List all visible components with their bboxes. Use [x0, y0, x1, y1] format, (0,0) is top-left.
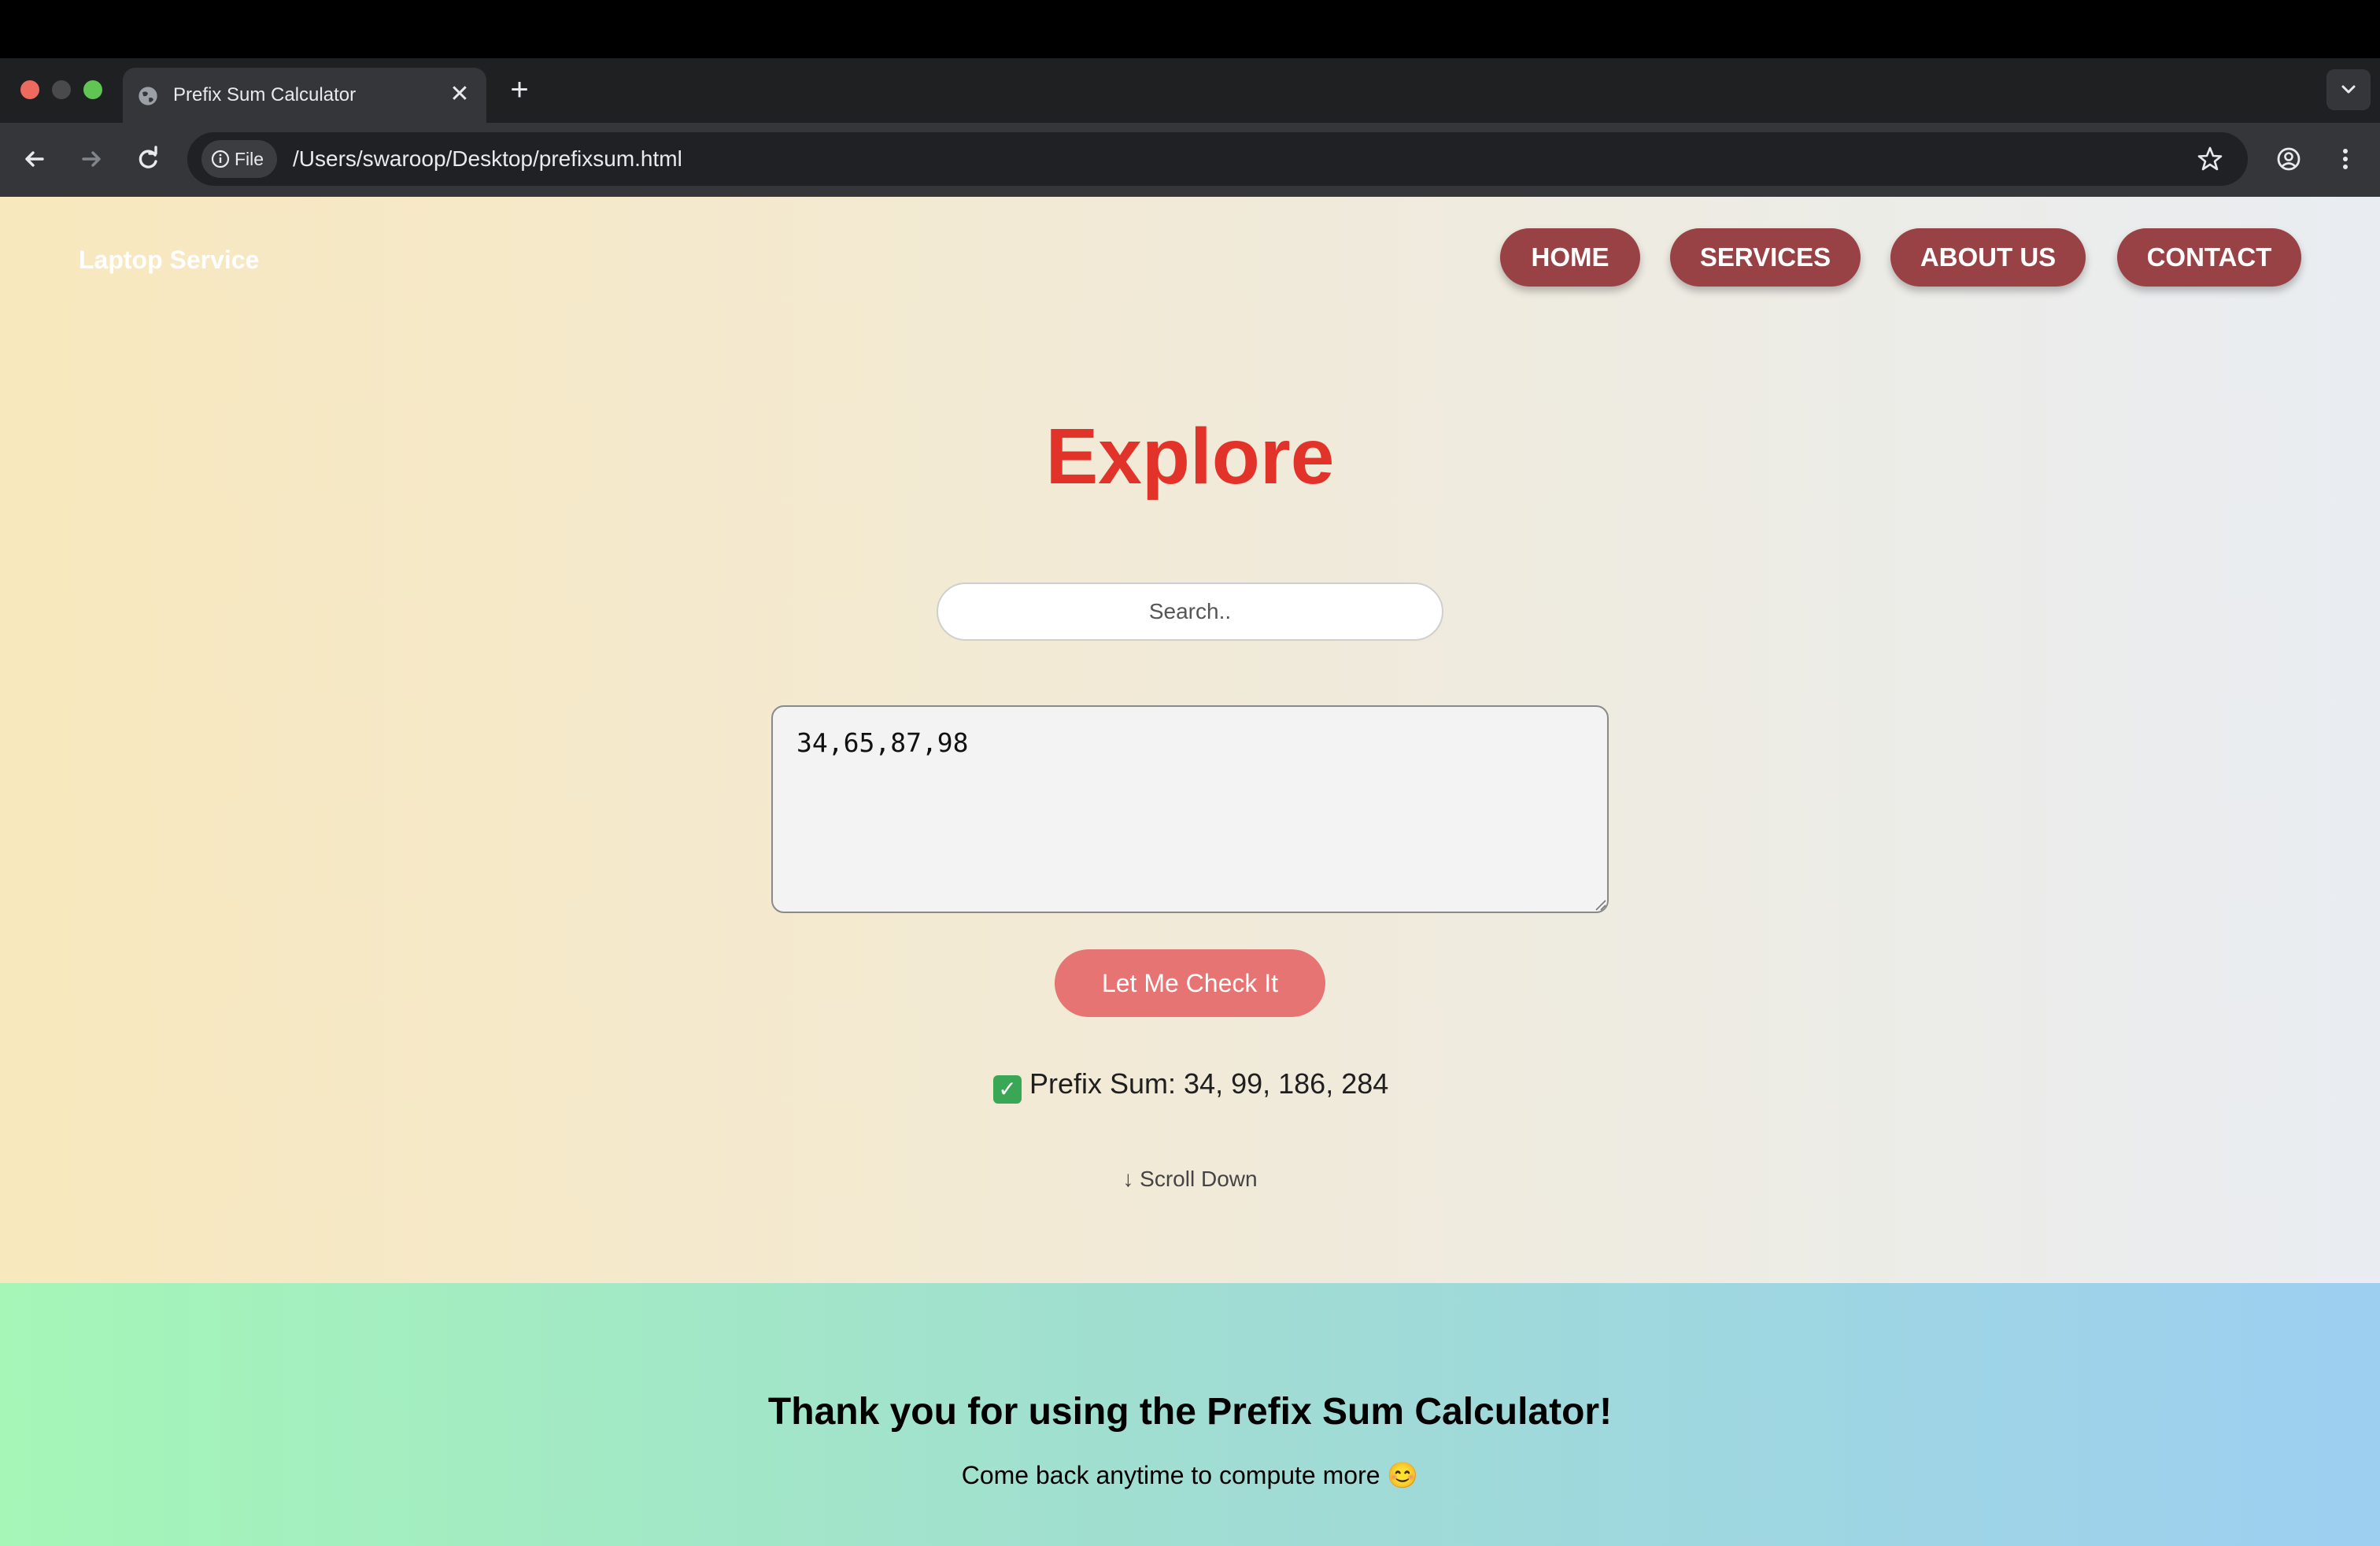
nav-contact[interactable]: CONTACT: [2117, 228, 2301, 287]
checkmark-icon: ✓: [993, 1075, 1022, 1104]
result-text: Prefix Sum: 34, 99, 186, 284: [1029, 1067, 1389, 1100]
check-button[interactable]: Let Me Check It: [1055, 949, 1325, 1017]
tab-search-button[interactable]: [2326, 69, 2371, 110]
close-window-button[interactable]: [20, 80, 39, 99]
numbers-textarea[interactable]: 34,65,87,98: [771, 705, 1609, 913]
globe-icon: [139, 87, 157, 105]
resize-grip-icon[interactable]: [1593, 897, 1607, 912]
forward-arrow-icon[interactable]: [74, 142, 109, 176]
page-viewport: Laptop Service HOME SERVICES ABOUT US CO…: [0, 197, 2380, 1546]
nav-services[interactable]: SERVICES: [1670, 228, 1861, 287]
url-text[interactable]: /Users/swaroop/Desktop/prefixsum.html: [293, 142, 682, 176]
hero-section: Laptop Service HOME SERVICES ABOUT US CO…: [0, 197, 2380, 1283]
search-input[interactable]: [937, 583, 1443, 641]
scroll-down-hint[interactable]: ↓ Scroll Down: [1033, 1165, 1347, 1193]
footer-text: Come back anytime to compute more 😊: [961, 1461, 1419, 1489]
browser-tab[interactable]: Prefix Sum Calculator ✕: [123, 68, 486, 123]
maximize-window-button[interactable]: [83, 80, 102, 99]
kebab-menu-icon[interactable]: [2328, 142, 2363, 176]
info-icon: [211, 150, 230, 168]
new-tab-button[interactable]: +: [507, 74, 532, 105]
reload-icon[interactable]: [131, 142, 165, 176]
footer-section: Thank you for using the Prefix Sum Calcu…: [0, 1283, 2380, 1546]
site-info-chip[interactable]: File: [201, 140, 277, 178]
os-menu-bar: [0, 0, 2380, 58]
nav-home[interactable]: HOME: [1500, 228, 1640, 287]
tab-title: Prefix Sum Calculator: [173, 84, 357, 105]
result-line: ✓ Prefix Sum: 34, 99, 186, 284: [993, 1064, 1465, 1104]
tab-close-icon[interactable]: ✕: [447, 82, 472, 107]
chevron-down-icon: [2341, 85, 2356, 94]
back-arrow-icon[interactable]: [17, 142, 52, 176]
minimize-window-button[interactable]: [52, 80, 71, 99]
brand-logo[interactable]: Laptop Service: [79, 244, 259, 276]
footer-title: Thank you for using the Prefix Sum Calcu…: [767, 1391, 1613, 1433]
site-info-label: File: [235, 149, 264, 169]
page-title: Explore: [1045, 412, 1335, 501]
profile-icon[interactable]: [2271, 142, 2306, 176]
nav-about-us[interactable]: ABOUT US: [1890, 228, 2086, 287]
star-icon[interactable]: [2193, 142, 2227, 176]
